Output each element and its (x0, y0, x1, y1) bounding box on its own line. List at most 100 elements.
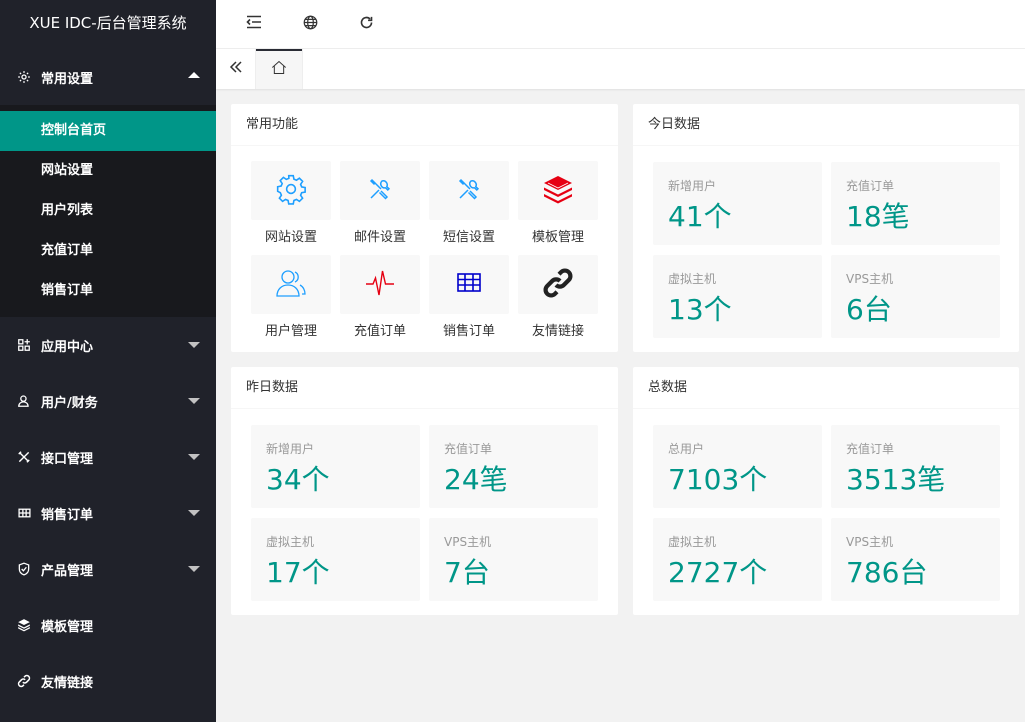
stat-value: 3513笔 (846, 463, 946, 496)
tab-scroll-left-button[interactable] (216, 49, 256, 89)
function-label: 模板管理 (531, 230, 584, 245)
stat-value: 18笔 (846, 200, 910, 233)
sub-item-user-list[interactable]: 用户列表 (0, 191, 216, 231)
function-label: 用户管理 (264, 324, 317, 339)
function-label: 网站设置 (264, 230, 317, 245)
home-icon (271, 60, 287, 79)
layers-icon (16, 617, 32, 633)
function-sms-settings[interactable]: 短信设置 (429, 161, 509, 255)
function-friend-links[interactable]: 友情链接 (518, 255, 598, 349)
stat-virtual-hosts: 虚拟主机 2727个 (653, 518, 822, 601)
user-icon (16, 393, 32, 409)
card-title: 今日数据 (633, 104, 1019, 146)
function-sales-orders[interactable]: 销售订单 (429, 255, 509, 349)
refresh-icon (359, 15, 374, 34)
stat-recharge-orders: 充值订单 18笔 (831, 162, 1000, 245)
stat-vps-hosts: VPS主机 7台 (429, 518, 598, 601)
nav-item-app-center[interactable]: 应用中心 (0, 317, 216, 373)
chevron-up-icon (188, 72, 200, 78)
sub-item-dashboard[interactable]: 控制台首页 (0, 111, 216, 151)
stat-value: 17个 (266, 556, 330, 589)
nav-label: 模板管理 (41, 619, 94, 635)
stat-recharge-orders: 充值订单 24笔 (429, 425, 598, 508)
tools-icon (457, 177, 481, 205)
table-icon (16, 505, 32, 521)
nav-label: 常用设置 (41, 71, 94, 87)
website-button[interactable] (282, 0, 338, 49)
stat-label: 虚拟主机 (668, 535, 717, 549)
app-title: XUE IDC-后台管理系统 (0, 0, 216, 49)
shield-icon (16, 561, 32, 577)
sub-item-recharge-orders[interactable]: 充值订单 (0, 231, 216, 271)
users-icon (275, 268, 307, 302)
function-label: 友情链接 (531, 324, 584, 339)
stat-virtual-hosts: 虚拟主机 13个 (653, 255, 822, 338)
chevron-down-icon (188, 398, 200, 404)
link-icon (16, 673, 32, 689)
tools-icon (368, 177, 392, 205)
nav-item-product-management[interactable]: 产品管理 (0, 541, 216, 597)
card-title: 昨日数据 (231, 367, 618, 409)
globe-icon (303, 15, 318, 34)
nav-item-api-management[interactable]: 接口管理 (0, 429, 216, 485)
stat-label: 充值订单 (444, 442, 493, 456)
sub-item-site-settings[interactable]: 网站设置 (0, 151, 216, 191)
stat-recharge-orders: 充值订单 3513笔 (831, 425, 1000, 508)
menu-collapse-button[interactable] (226, 0, 282, 49)
tools-icon (16, 449, 32, 465)
nav-group-common-settings: 常用设置 控制台首页 网站设置 用户列表 充值订单 销售订单 (0, 49, 216, 317)
function-site-settings[interactable]: 网站设置 (251, 161, 331, 255)
stat-label: 充值订单 (846, 179, 895, 193)
tab-home[interactable] (256, 49, 303, 89)
nav-item-friend-links[interactable]: 友情链接 (0, 653, 216, 709)
stat-value: 2727个 (668, 556, 768, 589)
stat-virtual-hosts: 虚拟主机 17个 (251, 518, 420, 601)
function-label: 充值订单 (353, 324, 406, 339)
card-today-data: 今日数据 新增用户 41个 充值订单 18笔 虚拟主机 13个 VPS主机 6台 (633, 104, 1019, 352)
nav-label: 产品管理 (41, 563, 94, 579)
nav-item-template-management[interactable]: 模板管理 (0, 597, 216, 653)
function-label: 销售订单 (442, 324, 495, 339)
stat-value: 24笔 (444, 463, 508, 496)
stat-label: 虚拟主机 (668, 272, 717, 286)
stat-value: 6台 (846, 293, 892, 326)
stat-vps-hosts: VPS主机 786台 (831, 518, 1000, 601)
function-template-management[interactable]: 模板管理 (518, 161, 598, 255)
stat-new-users: 新增用户 41个 (653, 162, 822, 245)
nav-label: 友情链接 (41, 675, 94, 691)
card-yesterday-data: 昨日数据 新增用户 34个 充值订单 24笔 虚拟主机 17个 VPS主机 7台 (231, 367, 618, 615)
stat-value: 13个 (668, 293, 732, 326)
link-icon (542, 267, 574, 303)
card-common-functions: 常用功能 网站设置 邮件设置 短信设置 模板管理 用户管理 充值订单 销售订单 … (231, 104, 618, 352)
pulse-icon (365, 270, 395, 300)
chevron-down-icon (188, 566, 200, 572)
sub-item-sales-orders[interactable]: 销售订单 (0, 271, 216, 311)
nav-label: 销售订单 (41, 507, 94, 523)
tab-bar (216, 49, 1025, 89)
stat-label: 充值订单 (846, 442, 895, 456)
function-label: 邮件设置 (353, 230, 406, 245)
card-total-data: 总数据 总用户 7103个 充值订单 3513笔 虚拟主机 2727个 VPS主… (633, 367, 1019, 615)
stat-total-users: 总用户 7103个 (653, 425, 822, 508)
stat-value: 7103个 (668, 463, 768, 496)
nav-item-user-finance[interactable]: 用户/财务 (0, 373, 216, 429)
gear-icon (275, 173, 307, 209)
stat-label: 新增用户 (266, 442, 315, 456)
chevron-down-icon (188, 454, 200, 460)
nav-item-common-settings[interactable]: 常用设置 (0, 49, 216, 105)
nav-label: 应用中心 (41, 339, 94, 355)
function-mail-settings[interactable]: 邮件设置 (340, 161, 420, 255)
stat-label: VPS主机 (846, 272, 894, 286)
function-user-management[interactable]: 用户管理 (251, 255, 331, 349)
function-recharge-orders[interactable]: 充值订单 (340, 255, 420, 349)
refresh-button[interactable] (338, 0, 394, 49)
stat-value: 786台 (846, 556, 928, 589)
sidebar: XUE IDC-后台管理系统 常用设置 控制台首页 网站设置 用户列表 充值订单… (0, 0, 216, 722)
nav-item-sales-orders[interactable]: 销售订单 (0, 485, 216, 541)
nav-label: 用户/财务 (41, 395, 98, 411)
stat-label: 新增用户 (668, 179, 717, 193)
card-title: 常用功能 (231, 104, 618, 146)
layers-icon (542, 174, 574, 208)
nav-label: 接口管理 (41, 451, 94, 467)
menu-collapse-icon (246, 15, 262, 33)
